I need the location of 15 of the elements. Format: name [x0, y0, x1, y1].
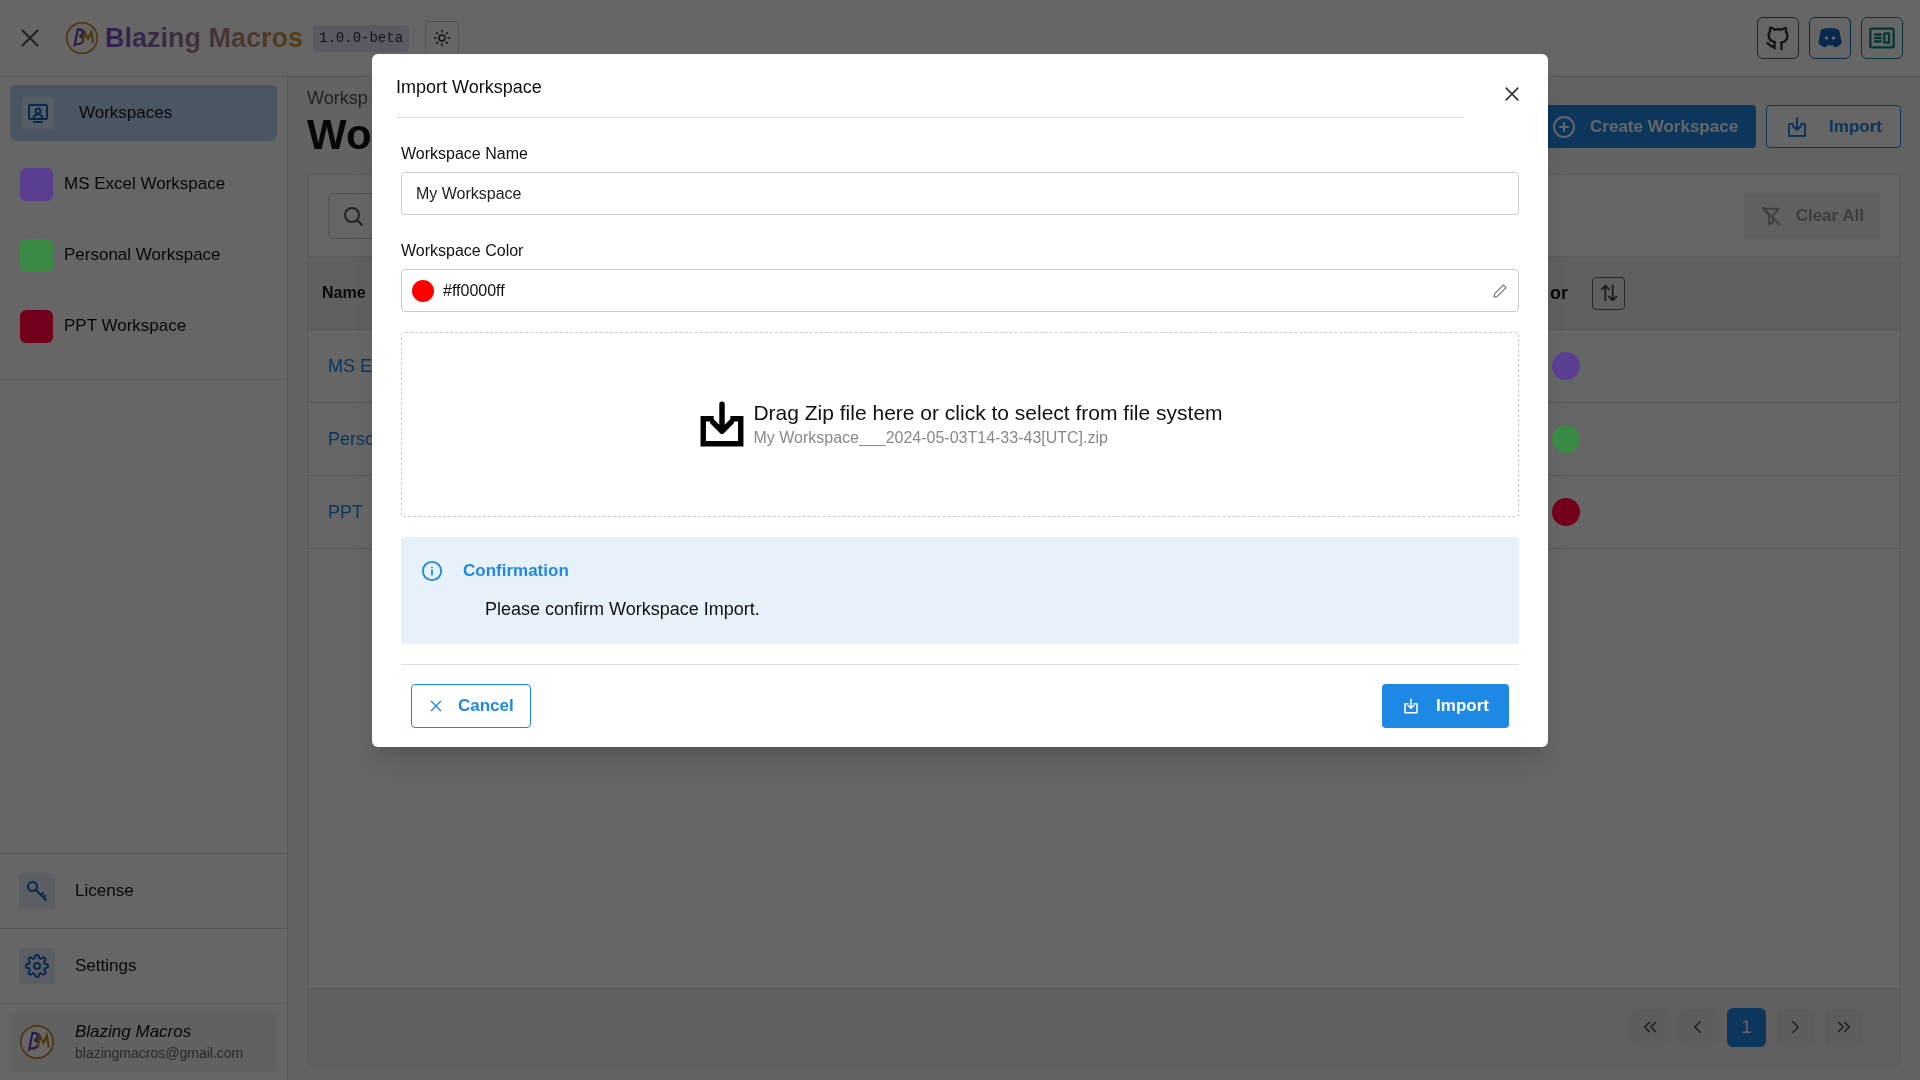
dropzone-title: Drag Zip file here or click to select from file system	[753, 399, 1223, 426]
alert-title: Confirmation	[463, 560, 569, 583]
file-name: My Workspace___2024-05-03T14-33-43[UTC].zip	[753, 427, 1109, 449]
breadcrumb: Worksp	[307, 87, 369, 110]
column-header: or	[1550, 281, 1568, 305]
dialog-title: Import Workspace	[396, 77, 542, 97]
alert-message: Please confirm Workspace Import.	[485, 597, 761, 621]
user-name: Blazing Macros	[75, 1020, 193, 1043]
column-header: Name	[322, 283, 366, 303]
color-value: #ff0000ff	[443, 280, 506, 301]
field-label: Workspace Name	[401, 144, 529, 164]
version-badge: 1.0.0-beta	[313, 24, 410, 52]
user-email: blazingmacros@gmail.com	[75, 1043, 244, 1063]
field-label: Workspace Color	[401, 241, 525, 261]
page-heading: Wo	[307, 112, 372, 158]
